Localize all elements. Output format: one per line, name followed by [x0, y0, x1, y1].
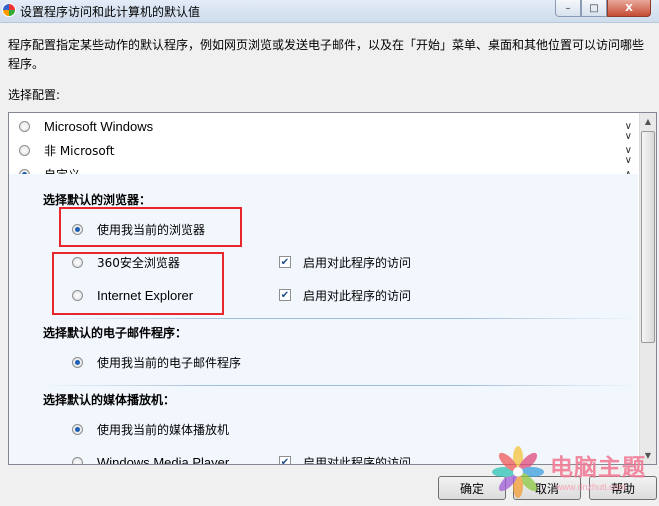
program-name: 360安全浏览器 [97, 255, 180, 270]
radio-button-selected[interactable] [72, 356, 83, 368]
browser-program-ie[interactable]: Internet Explorer [72, 284, 193, 306]
flower-logo-icon [492, 446, 544, 498]
program-name: Windows Media Player [97, 454, 230, 465]
browser-section-heading: 选择默认的浏览器： [43, 193, 152, 207]
radio-button[interactable] [72, 456, 83, 464]
radio-button-selected[interactable] [72, 423, 83, 435]
checkbox-label: 启用对此程序的访问 [303, 255, 412, 270]
enable-access-360[interactable]: ✔ 启用对此程序的访问 [279, 251, 411, 273]
config-option-label: 非 Microsoft [44, 143, 115, 158]
select-config-label: 选择配置: [8, 88, 61, 102]
checkbox-checked[interactable]: ✔ [279, 456, 291, 464]
config-option-non-microsoft[interactable]: 非 Microsoft [19, 139, 114, 161]
email-use-current-option[interactable]: 使用我当前的电子邮件程序 [72, 351, 241, 373]
media-use-current-option[interactable]: 使用我当前的媒体播放机 [72, 418, 229, 440]
watermark: 电脑主题 www.dnzhuti.com [486, 438, 659, 506]
radio-button[interactable] [72, 289, 83, 301]
title-bar: 设置程序访问和此计算机的默认值 – □ X [0, 0, 659, 23]
enable-access-wmp[interactable]: ✔ 启用对此程序的访问 [279, 451, 412, 465]
radio-button[interactable] [72, 256, 83, 268]
radio-button-selected[interactable] [72, 223, 83, 235]
option-label: 使用我当前的浏览器 [97, 222, 206, 237]
section-divider [39, 318, 639, 319]
media-section-heading: 选择默认的媒体播放机： [43, 393, 176, 407]
email-section-heading: 选择默认的电子邮件程序： [43, 326, 188, 340]
scroll-up-arrow-icon[interactable]: ▲ [640, 113, 656, 130]
watermark-brand: 电脑主题 [550, 455, 646, 481]
custom-config-area: 选择默认的浏览器： 使用我当前的浏览器 360安全浏览器 ✔ 启用对此程序的访问… [9, 174, 639, 465]
maximize-button[interactable]: □ [581, 0, 607, 17]
watermark-url: www.dnzhuti.com [556, 482, 627, 492]
option-label: 使用我当前的媒体播放机 [97, 422, 230, 437]
chevron-down-icon[interactable]: ∨ ∨ [625, 146, 632, 166]
window-controls: – □ X [555, 0, 651, 17]
enable-access-ie[interactable]: ✔ 启用对此程序的访问 [279, 284, 411, 306]
config-list-panel[interactable]: Microsoft Windows ∨∨ 非 Microsoft ∨∨ 自定义 … [8, 112, 657, 465]
minimize-button[interactable]: – [555, 0, 581, 17]
vertical-scrollbar[interactable]: ▲ ▼ [639, 113, 656, 464]
section-divider [39, 385, 639, 386]
browser-program-360[interactable]: 360安全浏览器 [72, 251, 180, 273]
config-option-label: Microsoft Windows [44, 118, 154, 134]
program-name: Internet Explorer [97, 287, 194, 303]
window-title: 设置程序访问和此计算机的默认值 [20, 5, 201, 19]
app-icon [2, 3, 16, 17]
radio-button[interactable] [19, 144, 30, 156]
checkbox-checked[interactable]: ✔ [279, 256, 291, 268]
config-option-microsoft-windows[interactable]: Microsoft Windows [19, 115, 153, 137]
checkbox-label: 启用对此程序的访问 [303, 455, 412, 465]
radio-button[interactable] [19, 120, 30, 132]
close-button[interactable]: X [607, 0, 651, 17]
media-program-wmp[interactable]: Windows Media Player [72, 451, 230, 465]
checkbox-label: 启用对此程序的访问 [303, 288, 412, 303]
option-label: 使用我当前的电子邮件程序 [97, 355, 242, 370]
browser-use-current-option[interactable]: 使用我当前的浏览器 [72, 218, 205, 240]
description-text: 程序配置指定某些动作的默认程序，例如网页浏览或发送电子邮件，以及在「开始」菜单、… [8, 38, 645, 71]
chevron-down-icon[interactable]: ∨ ∨ [625, 122, 632, 142]
checkbox-checked[interactable]: ✔ [279, 289, 291, 301]
scrollbar-thumb[interactable] [641, 131, 655, 343]
